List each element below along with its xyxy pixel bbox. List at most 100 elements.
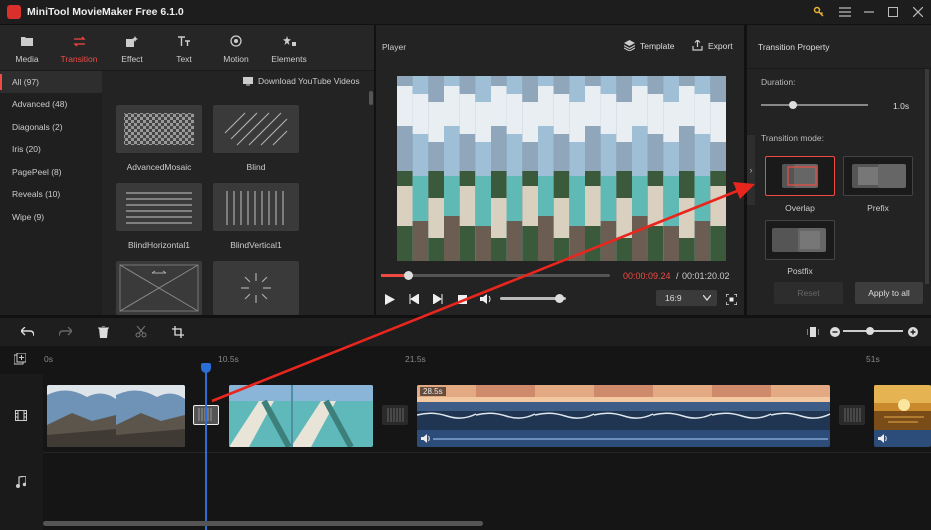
zoom-out-icon[interactable] <box>828 325 842 339</box>
zoom-slider[interactable] <box>843 327 903 335</box>
play-button[interactable] <box>383 293 397 305</box>
tab-text[interactable]: Text <box>158 33 210 64</box>
volume-handle[interactable] <box>555 294 565 303</box>
category-pagepeel[interactable]: PagePeel (8) <box>0 161 102 183</box>
category-diagonals[interactable]: Diagonals (2) <box>0 116 102 138</box>
category-iris[interactable]: Iris (20) <box>0 138 102 160</box>
tab-effect[interactable]: Effect <box>106 33 158 64</box>
video-strip <box>647 76 664 261</box>
duration-slider[interactable] <box>761 101 868 109</box>
duration-handle[interactable] <box>789 101 798 109</box>
clip-volume-icon[interactable] <box>878 434 888 443</box>
tab-media[interactable]: Media <box>1 33 53 64</box>
video-strip <box>585 76 601 261</box>
next-frame-button[interactable] <box>431 293 445 305</box>
collapse-panel-button[interactable]: › <box>747 135 755 205</box>
transition-thumb-blind[interactable] <box>213 105 299 153</box>
player-panel: Player Template Export 00:00:09.24 / 00:… <box>376 25 744 315</box>
delete-icon[interactable] <box>96 325 110 339</box>
previous-frame-button[interactable] <box>407 293 421 305</box>
library-scrollbar[interactable] <box>369 91 373 105</box>
video-strip <box>569 76 585 261</box>
mode-postfix[interactable] <box>765 220 835 260</box>
tab-motion[interactable]: Motion <box>210 33 262 64</box>
transition-icon <box>53 33 105 49</box>
redo-icon[interactable] <box>58 325 72 339</box>
add-track-icon[interactable] <box>14 353 26 365</box>
audio-track-icon <box>16 476 26 488</box>
video-preview[interactable] <box>397 76 726 261</box>
undo-icon[interactable] <box>20 325 34 339</box>
video-clip-ocean[interactable]: 28.5s <box>417 385 830 447</box>
clip-frame <box>711 385 772 430</box>
mode-overlap[interactable] <box>765 156 835 196</box>
apply-to-all-button[interactable]: Apply to all <box>855 282 923 304</box>
transition-marker[interactable] <box>382 405 408 425</box>
transition-thumb[interactable] <box>116 261 202 315</box>
video-strip <box>491 76 507 261</box>
tab-label: Elements <box>271 54 307 64</box>
transition-thumb[interactable] <box>213 261 299 315</box>
stop-button[interactable] <box>455 293 469 305</box>
property-scrollbar[interactable] <box>925 69 929 284</box>
minimize-button[interactable] <box>856 0 882 24</box>
category-advanced[interactable]: Advanced (48) <box>0 93 102 115</box>
mode-prefix[interactable] <box>843 156 913 196</box>
video-clip-beach[interactable] <box>229 385 373 447</box>
player-title: Player <box>382 42 407 52</box>
export-button[interactable]: Export <box>692 40 733 51</box>
app-title: MiniTool MovieMaker Free 6.1.0 <box>27 6 184 18</box>
video-strip <box>600 76 617 261</box>
video-strip <box>616 76 632 261</box>
video-strip <box>428 76 444 261</box>
fit-timeline-icon[interactable] <box>806 325 820 339</box>
tab-label: Effect <box>121 54 143 64</box>
video-track-icon <box>15 410 27 421</box>
menu-icon[interactable] <box>832 0 858 24</box>
crop-icon[interactable] <box>171 325 185 339</box>
volume-icon[interactable] <box>479 293 493 305</box>
fullscreen-icon[interactable] <box>724 293 738 305</box>
category-wipe[interactable]: Wipe (9) <box>0 206 102 228</box>
video-strip <box>694 76 711 261</box>
maximize-button[interactable] <box>880 0 906 24</box>
template-button[interactable]: Template <box>624 40 675 51</box>
playhead[interactable] <box>205 363 207 530</box>
timeline-ruler[interactable]: 0s 10.5s 21.5s 51s <box>0 346 931 374</box>
tab-elements[interactable]: Elements <box>263 33 315 64</box>
video-clip-sunset[interactable] <box>874 385 931 447</box>
zoom-handle[interactable] <box>866 327 874 335</box>
close-button[interactable] <box>905 0 931 24</box>
video-clip-mountains[interactable] <box>47 385 185 447</box>
duration-value: 1.0s <box>893 101 910 111</box>
app-logo-icon <box>7 5 21 19</box>
aspect-ratio-select[interactable]: 16:9 <box>656 290 717 306</box>
video-strip <box>444 76 460 261</box>
clip-volume-icon[interactable] <box>421 434 431 443</box>
transition-thumb-advancedmosaic[interactable] <box>116 105 202 153</box>
video-strip <box>663 76 679 261</box>
layers-icon <box>624 40 635 51</box>
reset-button[interactable]: Reset <box>774 282 843 304</box>
timeline-toolbar <box>0 318 931 346</box>
split-icon[interactable] <box>134 325 148 339</box>
zoom-in-icon[interactable] <box>906 325 920 339</box>
playback-progress-slider[interactable] <box>381 271 610 280</box>
transition-thumb-blindvertical1[interactable] <box>213 183 299 231</box>
timeline-scrollbar[interactable] <box>43 521 483 526</box>
chevron-right-icon: › <box>749 165 753 175</box>
category-reveals[interactable]: Reveals (10) <box>0 183 102 205</box>
key-icon[interactable] <box>806 0 832 24</box>
property-header: Transition Property <box>747 25 931 69</box>
volume-slider[interactable] <box>500 294 566 303</box>
download-youtube-link[interactable]: Download YouTube Videos <box>243 76 360 86</box>
transition-marker[interactable] <box>839 405 865 425</box>
category-all[interactable]: All (97) <box>0 71 102 93</box>
tab-transition[interactable]: Transition <box>53 33 105 64</box>
property-title: Transition Property <box>758 42 830 52</box>
template-label: Template <box>640 40 675 51</box>
transition-property-panel: Transition Property › Duration: 1.0s Tra… <box>747 25 931 315</box>
progress-handle[interactable] <box>404 271 414 280</box>
aspect-ratio-value: 16:9 <box>665 293 682 303</box>
transition-thumb-blindhorizontal1[interactable] <box>116 183 202 231</box>
